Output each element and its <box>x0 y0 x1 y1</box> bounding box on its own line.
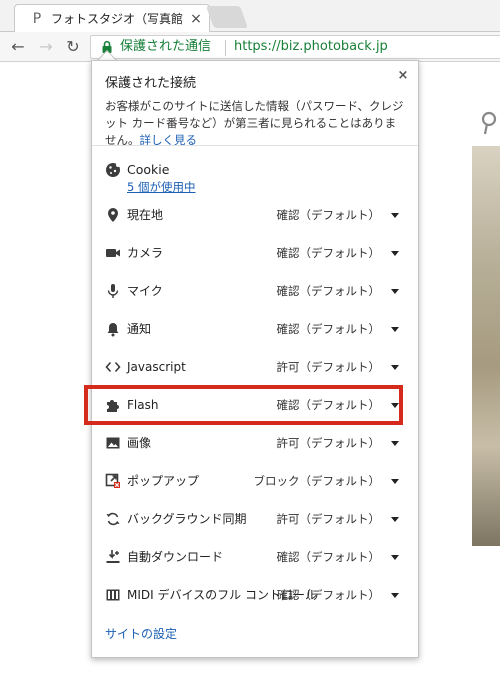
permission-value[interactable]: 許可（デフォルト） <box>277 434 381 452</box>
tab-title: フォトスタジオ（写真館）・ｽ <box>51 12 183 26</box>
image-icon <box>106 437 120 449</box>
permission-label: Javascript <box>127 360 186 374</box>
permission-row-microphone[interactable]: マイク 確認（デフォルト） <box>92 275 418 307</box>
permission-label: ポップアップ <box>127 474 200 488</box>
download-icon <box>106 550 120 563</box>
divider <box>92 145 418 146</box>
permission-label: 通知 <box>127 322 152 336</box>
reload-icon[interactable]: ↻ <box>63 37 83 57</box>
permission-value[interactable]: ブロック（デフォルト） <box>254 472 381 490</box>
forward-arrow-icon[interactable]: → <box>36 37 56 57</box>
dropdown-caret-icon[interactable] <box>391 479 399 484</box>
popup-description: お客様がこのサイトに送信した情報（パスワード、クレジット カード番号など）が第三… <box>105 98 405 149</box>
piano-icon <box>106 589 120 601</box>
permission-value[interactable]: 確認（デフォルト） <box>277 282 381 300</box>
browser-toolbar: ← → ↻ 保護された通信 https://biz.photoback.jp <box>0 32 500 62</box>
permission-value[interactable]: 確認（デフォルト） <box>277 320 381 338</box>
permission-value[interactable]: 許可（デフォルト） <box>277 358 381 376</box>
sync-icon <box>106 512 120 526</box>
permission-row-popups[interactable]: ポップアップ ブロック（デフォルト） <box>92 465 418 497</box>
dropdown-caret-icon[interactable] <box>391 213 399 218</box>
tab-close-icon[interactable]: × <box>187 10 205 28</box>
tab-strip: P フォトスタジオ（写真館）・ｽ × <box>0 0 500 32</box>
dropdown-caret-icon[interactable] <box>391 555 399 560</box>
permission-value[interactable]: 確認（デフォルト） <box>277 586 381 604</box>
permission-value[interactable]: 確認（デフォルト） <box>277 244 381 262</box>
browser-tab[interactable]: P フォトスタジオ（写真館）・ｽ × <box>14 4 210 32</box>
permission-row-camera[interactable]: カメラ 確認（デフォルト） <box>92 237 418 269</box>
bell-icon <box>107 323 119 337</box>
permission-label: 自動ダウンロード <box>127 550 224 564</box>
cookie-label: Cookie <box>127 162 170 177</box>
close-icon[interactable]: × <box>394 67 412 85</box>
site-settings-link[interactable]: サイトの設定 <box>105 626 177 642</box>
site-info-popup: × 保護された接続 お客様がこのサイトに送信した情報（パスワード、クレジット カ… <box>91 60 419 658</box>
permission-label: カメラ <box>127 246 164 260</box>
permission-label: 現在地 <box>127 208 164 222</box>
location-icon <box>108 208 118 222</box>
permission-row-auto-download[interactable]: 自動ダウンロード 確認（デフォルト） <box>92 541 418 573</box>
secure-connection-label[interactable]: 保護された通信 <box>120 39 211 55</box>
url-separator <box>225 40 226 56</box>
site-favicon-icon: P <box>32 11 42 27</box>
page-logo-icon <box>480 110 500 136</box>
dropdown-caret-icon[interactable] <box>391 327 399 332</box>
camera-icon <box>106 249 120 257</box>
dropdown-caret-icon[interactable] <box>391 517 399 522</box>
permission-value[interactable]: 確認（デフォルト） <box>277 206 381 224</box>
cookies-in-use-link[interactable]: 5 個が使用中 <box>127 179 195 195</box>
flash-highlight-box <box>84 385 403 425</box>
popup-icon <box>105 473 120 488</box>
address-bar[interactable]: 保護された通信 https://biz.photoback.jp <box>90 35 500 59</box>
page-hero-image <box>472 146 500 546</box>
microphone-icon <box>107 284 119 298</box>
dropdown-caret-icon[interactable] <box>391 289 399 294</box>
cookie-icon <box>106 163 120 177</box>
permission-row-background-sync[interactable]: バックグラウンド同期 許可（デフォルト） <box>92 503 418 535</box>
dropdown-caret-icon[interactable] <box>391 593 399 598</box>
new-tab-button[interactable] <box>205 6 249 28</box>
popup-title: 保護された接続 <box>105 76 197 91</box>
permission-row-images[interactable]: 画像 許可（デフォルト） <box>92 427 418 459</box>
back-arrow-icon[interactable]: ← <box>8 37 28 57</box>
permission-row-location[interactable]: 現在地 確認（デフォルト） <box>92 199 418 231</box>
permission-row-midi[interactable]: MIDI デバイスのフル コントロール 確認（デフォルト） <box>92 579 418 611</box>
permission-value[interactable]: 許可（デフォルト） <box>277 510 381 528</box>
permission-row-javascript[interactable]: Javascript 許可（デフォルト） <box>92 351 418 383</box>
code-icon <box>105 361 121 373</box>
permission-label: 画像 <box>127 436 152 450</box>
permission-label: バックグラウンド同期 <box>127 512 247 526</box>
permission-row-notifications[interactable]: 通知 確認（デフォルト） <box>92 313 418 345</box>
dropdown-caret-icon[interactable] <box>391 441 399 446</box>
permission-value[interactable]: 確認（デフォルト） <box>277 548 381 566</box>
permission-label: マイク <box>127 284 163 298</box>
dropdown-caret-icon[interactable] <box>391 365 399 370</box>
url-text[interactable]: https://biz.photoback.jp <box>234 39 388 55</box>
dropdown-caret-icon[interactable] <box>391 251 399 256</box>
